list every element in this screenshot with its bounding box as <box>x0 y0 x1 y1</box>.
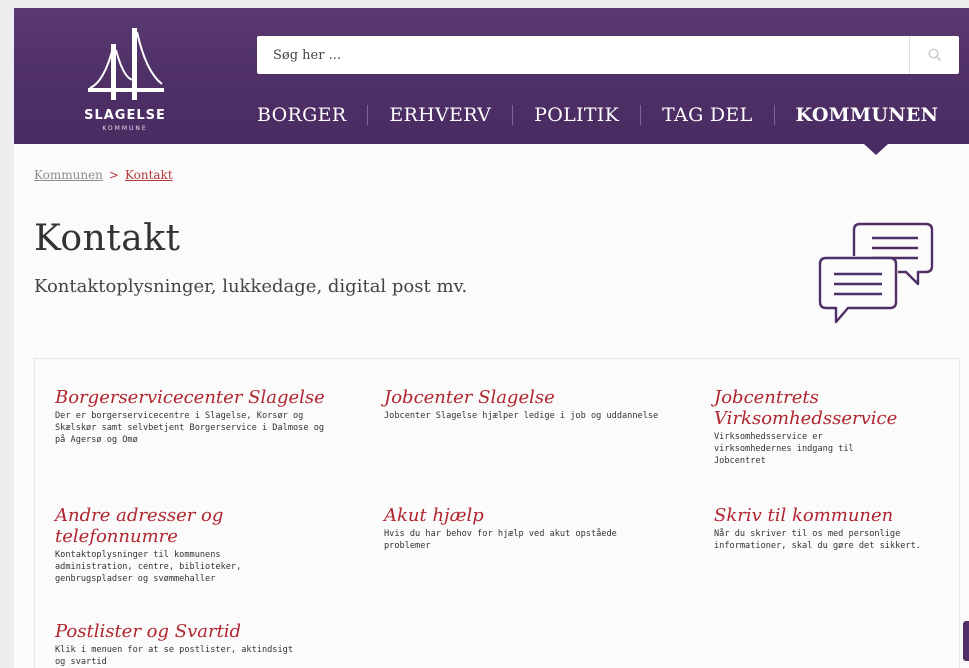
main-nav: BORGER ERHVERV POLITIK TAG DEL KOMMUNEN <box>257 100 938 130</box>
card-andre-adresser: Andre adresser og telefonnumre Kontaktop… <box>55 505 275 585</box>
card-title-link[interactable]: Skriv til kommunen <box>714 505 954 526</box>
card-description: Jobcenter Slagelse hjælper ledige i job … <box>384 411 659 421</box>
card-title-link[interactable]: Andre adresser og telefonnumre <box>55 505 275 547</box>
chat-bubbles-icon <box>818 222 934 324</box>
nav-item-politik[interactable]: POLITIK <box>534 104 619 126</box>
logo-subtitle: KOMMUNE <box>102 125 148 132</box>
page-title: Kontakt <box>34 218 181 259</box>
card-jobcenter: Jobcenter Slagelse Jobcenter Slagelse hj… <box>384 387 659 422</box>
breadcrumb-link-kontakt[interactable]: Kontakt <box>125 168 173 182</box>
breadcrumb-separator: > <box>108 168 119 182</box>
search-bar <box>257 36 959 74</box>
logo-name: SLAGELSE <box>84 108 166 123</box>
active-nav-pointer <box>864 144 888 155</box>
feedback-side-tab[interactable] <box>963 621 969 661</box>
nav-divider <box>367 105 369 125</box>
search-button[interactable] <box>909 36 959 74</box>
bridge-logo-icon <box>88 28 164 100</box>
card-skriv-til-kommunen: Skriv til kommunen Når du skriver til os… <box>714 505 954 552</box>
search-input[interactable] <box>257 36 907 74</box>
card-postlister: Postlister og Svartid Klik i menuen for … <box>55 621 305 668</box>
card-description: Klik i menuen for at se postlister, akti… <box>55 645 293 667</box>
nav-item-kommunen[interactable]: KOMMUNEN <box>796 104 939 126</box>
card-title-link[interactable]: Postlister og Svartid <box>55 621 305 642</box>
card-borgerservicecenter: Borgerservicecenter Slagelse Der er borg… <box>55 387 330 446</box>
breadcrumb: Kommunen > Kontakt <box>34 168 173 182</box>
card-title-link[interactable]: Jobcenter Slagelse <box>384 387 659 408</box>
site-logo[interactable]: SLAGELSE KOMMUNE <box>80 22 170 132</box>
nav-item-tag-del[interactable]: TAG DEL <box>662 104 752 126</box>
nav-item-erhverv[interactable]: ERHVERV <box>389 104 491 126</box>
site-header: SLAGELSE KOMMUNE BORGER ERHVERV POLITIK … <box>14 8 969 144</box>
nav-divider <box>512 105 514 125</box>
card-description: Virksomhedsservice er virksomhedernes in… <box>714 432 854 466</box>
card-virksomhedsservice: Jobcentrets Virksomhedsservice Virksomhe… <box>714 387 944 467</box>
card-title-link[interactable]: Borgerservicecenter Slagelse <box>55 387 330 408</box>
card-title-link[interactable]: Akut hjælp <box>384 505 659 526</box>
card-description: Kontaktoplysninger til kommunens adminis… <box>55 550 242 584</box>
card-description: Når du skriver til os med personlige inf… <box>714 529 921 551</box>
breadcrumb-link-kommunen[interactable]: Kommunen <box>34 168 103 182</box>
search-icon <box>927 48 941 62</box>
page-subtitle: Kontaktoplysninger, lukkedage, digital p… <box>34 276 468 297</box>
card-description: Hvis du har behov for hjælp ved akut ops… <box>384 529 617 551</box>
page: SLAGELSE KOMMUNE BORGER ERHVERV POLITIK … <box>14 8 969 668</box>
contact-links-panel: Borgerservicecenter Slagelse Der er borg… <box>34 358 960 668</box>
card-akut-hjaelp: Akut hjælp Hvis du har behov for hjælp v… <box>384 505 659 552</box>
nav-item-borger[interactable]: BORGER <box>257 104 346 126</box>
nav-divider <box>773 105 775 125</box>
card-description: Der er borgerservicecentre i Slagelse, K… <box>55 411 325 445</box>
card-title-link[interactable]: Jobcentrets Virksomhedsservice <box>714 387 944 429</box>
nav-divider <box>640 105 642 125</box>
